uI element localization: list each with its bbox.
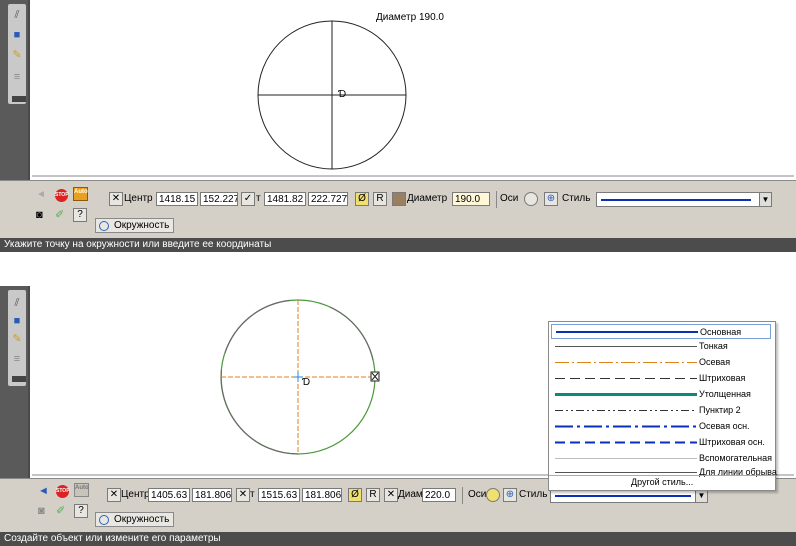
- chevron-down-icon[interactable]: ▼: [759, 193, 771, 206]
- center-label: Центр: [124, 193, 153, 204]
- center-y-input[interactable]: 181.806: [192, 488, 232, 502]
- camera-icon[interactable]: ◙: [38, 505, 45, 517]
- axes-on-icon[interactable]: ⊕: [503, 488, 517, 502]
- style-menu-item[interactable]: Основная: [551, 324, 771, 339]
- style-preview: [555, 495, 691, 497]
- center-lock-icon[interactable]: ✕: [109, 192, 123, 206]
- style-label: Стиль: [562, 193, 591, 204]
- back-arrow-icon[interactable]: ◄: [38, 485, 49, 497]
- layers-icon[interactable]: ■: [10, 314, 24, 328]
- style-menu-item[interactable]: Вспомогательная: [551, 451, 772, 466]
- status-bar: Укажите точку на окружности или введите …: [0, 238, 796, 252]
- circle-icon: [99, 515, 109, 525]
- top-panel: ⫽ ■ ✎ ≡ Ɗ Диаметр 190.0 ◄ STOP Auto ◙ ✐ …: [0, 0, 796, 252]
- center-x-input[interactable]: 1405.63: [148, 488, 190, 502]
- other-style-item[interactable]: Другой стиль...: [631, 475, 693, 489]
- brush-icon[interactable]: ✐: [55, 208, 64, 221]
- style-menu-item-label: Утолщенная: [699, 389, 751, 399]
- style-menu-item[interactable]: Тонкая: [551, 339, 771, 354]
- style-menu-item-label: Осевая: [699, 357, 731, 367]
- axes-on-icon[interactable]: ⊕: [544, 192, 558, 206]
- back-arrow-icon[interactable]: ◄: [36, 189, 46, 200]
- point-lock-icon[interactable]: ✕: [236, 488, 250, 502]
- tab-circle[interactable]: Окружность: [95, 218, 175, 233]
- tab-circle-label: Окружность: [114, 220, 170, 231]
- style-menu: Основная Тонкая Осевая Штриховая Утолщен…: [548, 321, 777, 491]
- axes-label: Оси: [500, 193, 519, 204]
- diameter-lock-icon[interactable]: ✕: [384, 488, 398, 502]
- style-menu-item-label: Штриховая: [699, 373, 746, 383]
- style-dropdown[interactable]: ▼: [596, 192, 772, 207]
- status-bar: Создайте объект или измените его парамет…: [0, 532, 796, 546]
- point-lock-icon[interactable]: ✓: [241, 192, 255, 206]
- diameter-annotation: Диаметр 190.0: [376, 12, 444, 23]
- style-label: Стиль: [519, 489, 548, 500]
- layers-icon[interactable]: ■: [10, 28, 24, 42]
- style-menu-item-label: Штриховая осн.: [699, 437, 765, 447]
- radius-mode-button[interactable]: R: [373, 192, 387, 206]
- help-button[interactable]: ?: [74, 504, 88, 518]
- axes-label: Оси: [468, 489, 487, 500]
- center-label: Центр: [121, 489, 150, 500]
- auto-button[interactable]: Auto: [73, 187, 88, 201]
- point-x-input[interactable]: 1515.63: [258, 488, 300, 502]
- divider: [496, 191, 497, 208]
- hatch-icon[interactable]: ⫽: [10, 8, 24, 22]
- point-x-input[interactable]: 1481.82: [264, 192, 306, 206]
- tab-circle[interactable]: Окружность: [95, 512, 175, 527]
- point-y-input[interactable]: 181.806: [302, 488, 342, 502]
- circle-icon: [99, 221, 109, 231]
- style-menu-item[interactable]: Утолщенная: [551, 387, 771, 402]
- toolbar-grip: [12, 376, 26, 382]
- point-y-input[interactable]: 222.727: [308, 192, 348, 206]
- diameter-input[interactable]: 190.0: [452, 192, 490, 206]
- style-menu-item-label: Пунктир 2: [699, 405, 741, 415]
- list-icon[interactable]: ≡: [10, 352, 24, 366]
- tab-circle-label: Окружность: [114, 514, 170, 525]
- style-menu-item[interactable]: Штриховая осн.: [551, 435, 771, 450]
- axes-off-icon[interactable]: [486, 488, 500, 502]
- t-label: т: [250, 489, 255, 500]
- cursor-marker: Ɗ: [302, 377, 311, 388]
- hatch-icon[interactable]: ⫽: [10, 296, 24, 310]
- style-menu-item[interactable]: Пунктир 2: [551, 403, 771, 418]
- divider: [462, 487, 463, 504]
- drawing-canvas[interactable]: Ɗ Диаметр 190.0: [28, 0, 794, 180]
- style-menu-item[interactable]: Осевая: [551, 355, 771, 370]
- top-drawing: [32, 20, 794, 177]
- list-icon[interactable]: ≡: [10, 70, 24, 84]
- diameter-input[interactable]: 220.0: [422, 488, 456, 502]
- radius-mode-button[interactable]: R: [366, 488, 380, 502]
- t-label: т: [256, 193, 261, 204]
- style-menu-item[interactable]: Осевая осн.: [551, 419, 771, 434]
- property-bar: ◄ STOP Auto ◙ ✐ ? ✕ Центр 1418.15 152.22…: [0, 180, 796, 239]
- style-menu-item[interactable]: Штриховая: [551, 371, 771, 386]
- help-button[interactable]: ?: [73, 208, 87, 222]
- dimension-icon[interactable]: ✎: [10, 332, 24, 346]
- diameter-mode-icon[interactable]: Ø: [348, 488, 362, 502]
- auto-button[interactable]: Auto: [74, 483, 89, 497]
- center-lock-icon[interactable]: ✕: [107, 488, 121, 502]
- style-menu-item-label: Вспомогательная: [699, 453, 772, 463]
- brush-icon[interactable]: ✐: [56, 504, 65, 517]
- diameter-label: Диаметр: [407, 193, 448, 204]
- stop-button[interactable]: STOP: [55, 189, 69, 202]
- style-preview: [601, 199, 751, 201]
- style-menu-item-label: Для линии обрыва: [699, 467, 777, 477]
- camera-icon[interactable]: ◙: [36, 209, 43, 221]
- center-y-input[interactable]: 152.227: [200, 192, 238, 206]
- diameter-mode-icon[interactable]: Ø: [355, 192, 369, 206]
- style-menu-item-label: Основная: [700, 327, 742, 337]
- toolbar-grip: [12, 96, 26, 102]
- cursor-marker: Ɗ: [338, 89, 347, 100]
- diameter-lock-icon[interactable]: [392, 192, 406, 206]
- style-menu-item-label: Тонкая: [699, 341, 728, 351]
- dimension-icon[interactable]: ✎: [10, 48, 24, 62]
- center-x-input[interactable]: 1418.15: [156, 192, 198, 206]
- stop-button[interactable]: STOP: [56, 485, 70, 498]
- axes-off-icon[interactable]: [524, 192, 538, 206]
- style-menu-item-label: Осевая осн.: [699, 421, 750, 431]
